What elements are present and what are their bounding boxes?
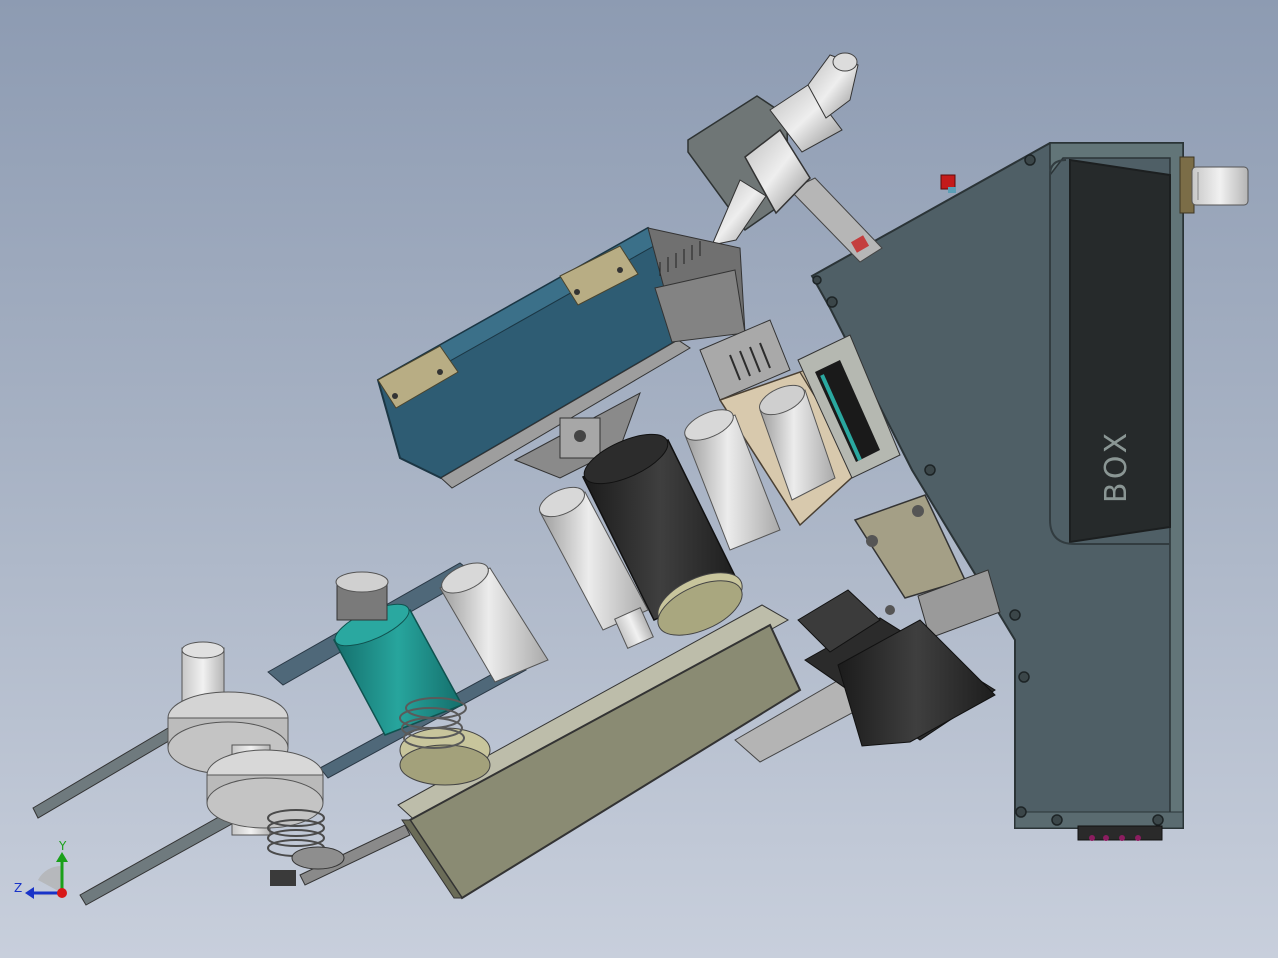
cad-viewport[interactable]: BOX Y Z bbox=[0, 0, 1278, 958]
side-connector bbox=[1179, 156, 1249, 214]
housing-box-label: BOX bbox=[1099, 429, 1134, 503]
left-spindle-assembly bbox=[32, 641, 411, 906]
y-axis-label: Y bbox=[58, 839, 67, 853]
sensor-tip bbox=[832, 52, 858, 72]
sensor-slide-rail bbox=[789, 177, 883, 263]
z-axis-label: Z bbox=[14, 881, 22, 895]
z-axis-arrow bbox=[25, 887, 34, 899]
red-indicator-light bbox=[940, 174, 956, 193]
bottom-connector bbox=[1077, 825, 1163, 841]
axis-triad: Y Z bbox=[14, 839, 68, 899]
x-axis-dot bbox=[57, 888, 67, 898]
assembly-model[interactable]: BOX Y Z bbox=[0, 0, 1278, 958]
dispense-sensor-assembly[interactable] bbox=[687, 52, 883, 263]
y-axis-arrow bbox=[56, 852, 68, 862]
